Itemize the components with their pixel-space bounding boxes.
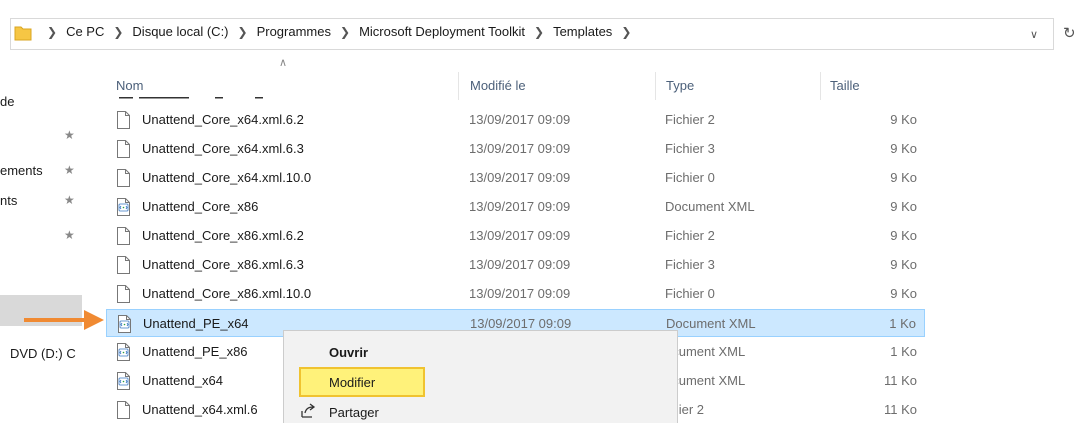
file-name: Unattend_Core_x86: [142, 199, 259, 214]
context-menu: Ouvrir Modifier Partager: [283, 330, 678, 423]
file-modified: 13/09/2017 09:09: [469, 170, 571, 185]
column-divider[interactable]: [655, 72, 656, 100]
nav-item-2[interactable]: ements: [0, 163, 43, 178]
column-header-modified[interactable]: Modifié le: [470, 78, 526, 93]
xml-file-icon: [116, 343, 131, 361]
file-size: 11 Ko: [883, 402, 917, 417]
breadcrumb-mdt[interactable]: Microsoft Deployment Toolkit: [359, 24, 525, 39]
blank-file-icon: [116, 401, 131, 419]
file-size: 9 Ko: [890, 199, 917, 214]
share-icon: [301, 403, 316, 418]
partial-row-text: [119, 97, 263, 99]
file-name: Unattend_Core_x64.xml.6.2: [142, 112, 304, 127]
breadcrumb-local-disk[interactable]: Disque local (C:): [132, 24, 228, 39]
chevron-right-icon[interactable]: ❯: [534, 25, 544, 39]
file-type: Fichier 3: [665, 141, 715, 156]
file-modified: 13/09/2017 09:09: [469, 257, 571, 272]
file-row[interactable]: Unattend_Core_x64.xml.6.2 13/09/2017 09:0…: [106, 106, 925, 134]
chevron-down-icon[interactable]: ∨: [1030, 28, 1038, 41]
file-modified: 13/09/2017 09:09: [469, 112, 571, 127]
chevron-right-icon[interactable]: ❯: [621, 25, 631, 39]
file-type: Fichier 0: [665, 170, 715, 185]
pin-icon: ★: [64, 193, 75, 207]
file-size: 9 Ko: [890, 257, 917, 272]
breadcrumb: ❯ Ce PC ❯ Disque local (C:) ❯ Programmes…: [38, 24, 640, 39]
menu-item-edit-label: Modifier: [329, 375, 376, 390]
pin-icon: ★: [64, 228, 75, 242]
file-row[interactable]: Unattend_Core_x64.xml.6.3 13/09/2017 09:0…: [106, 135, 925, 163]
address-bar: ❯ Ce PC ❯ Disque local (C:) ❯ Programmes…: [0, 0, 1083, 60]
blank-file-icon: [116, 140, 131, 158]
chevron-right-icon[interactable]: ❯: [113, 25, 123, 39]
file-modified: 13/09/2017 09:09: [470, 316, 572, 331]
file-modified: 13/09/2017 09:09: [469, 228, 571, 243]
file-row[interactable]: Unattend_Core_x86.xml.6.2 13/09/2017 09:0…: [106, 222, 925, 250]
xml-file-icon: [116, 372, 131, 390]
file-modified: 13/09/2017 09:09: [469, 286, 571, 301]
nav-item-1[interactable]: de: [0, 94, 14, 109]
file-name: Unattend_Core_x86.xml.6.3: [142, 257, 304, 272]
file-name: Unattend_PE_x86: [142, 344, 248, 359]
file-size: 9 Ko: [890, 112, 917, 127]
xml-file-icon: [116, 198, 131, 216]
xml-file-icon: [117, 315, 132, 333]
file-type: Fichier 0: [665, 286, 715, 301]
breadcrumb-this-pc[interactable]: Ce PC: [66, 24, 104, 39]
blank-file-icon: [116, 169, 131, 187]
chevron-right-icon[interactable]: ❯: [238, 25, 248, 39]
file-row[interactable]: Unattend_Core_x86 13/09/2017 09:09 Documen…: [106, 193, 925, 221]
file-modified: 13/09/2017 09:09: [469, 141, 571, 156]
file-modified: 13/09/2017 09:09: [469, 199, 571, 214]
breadcrumb-templates[interactable]: Templates: [553, 24, 612, 39]
chevron-right-icon[interactable]: ❯: [340, 25, 350, 39]
column-divider[interactable]: [458, 72, 459, 100]
file-size: 1 Ko: [890, 344, 917, 359]
file-type: Fichier 2: [665, 112, 715, 127]
file-row[interactable]: Unattend_Core_x86.xml.6.3 13/09/2017 09:0…: [106, 251, 925, 279]
menu-item-edit[interactable]: Modifier: [299, 367, 425, 397]
file-name: Unattend_Core_x86.xml.6.2: [142, 228, 304, 243]
blank-file-icon: [116, 227, 131, 245]
file-name: Unattend_Core_x64.xml.6.3: [142, 141, 304, 156]
file-name: Unattend_PE_x64: [143, 316, 249, 331]
file-size: 1 Ko: [889, 316, 916, 331]
nav-item-dvd[interactable]: DVD (D:) C: [10, 346, 76, 361]
file-size: 9 Ko: [890, 228, 917, 243]
file-name: Unattend_x64: [142, 373, 223, 388]
file-name: Unattend_x64.xml.6: [142, 402, 258, 417]
pin-icon: ★: [64, 128, 75, 142]
blank-file-icon: [116, 111, 131, 129]
file-type: Fichier 2: [665, 228, 715, 243]
file-row[interactable]: Unattend_Core_x86.xml.10.0 13/09/2017 09:…: [106, 280, 925, 308]
file-size: 9 Ko: [890, 141, 917, 156]
file-name: Unattend_Core_x86.xml.10.0: [142, 286, 312, 301]
file-type: Fichier 3: [665, 257, 715, 272]
blank-file-icon: [116, 285, 131, 303]
refresh-icon[interactable]: ↻: [1063, 24, 1076, 42]
pin-icon: ★: [64, 163, 75, 177]
menu-item-share[interactable]: Partager: [329, 405, 379, 420]
orange-arrow-icon: [24, 310, 104, 330]
nav-item-3[interactable]: nts: [0, 193, 17, 208]
breadcrumb-programs[interactable]: Programmes: [257, 24, 331, 39]
blank-file-icon: [116, 256, 131, 274]
file-type: Document XML: [665, 199, 755, 214]
menu-item-open[interactable]: Ouvrir: [329, 345, 368, 360]
column-header-name[interactable]: Nom: [116, 78, 143, 93]
file-name: Unattend_Core_x64.xml.10.0: [142, 170, 312, 185]
column-divider[interactable]: [820, 72, 821, 100]
sort-ascending-icon: ∧: [279, 57, 288, 69]
file-size: 9 Ko: [890, 286, 917, 301]
file-row[interactable]: Unattend_Core_x64.xml.10.0 13/09/2017 09:…: [106, 164, 925, 192]
file-type: Document XML: [666, 316, 756, 331]
column-header-size[interactable]: Taille: [830, 78, 860, 93]
file-size: 9 Ko: [890, 170, 917, 185]
chevron-right-icon: ❯: [47, 24, 58, 39]
folder-icon: [14, 26, 32, 41]
file-size: 11 Ko: [883, 373, 917, 388]
column-header-type[interactable]: Type: [666, 78, 694, 93]
